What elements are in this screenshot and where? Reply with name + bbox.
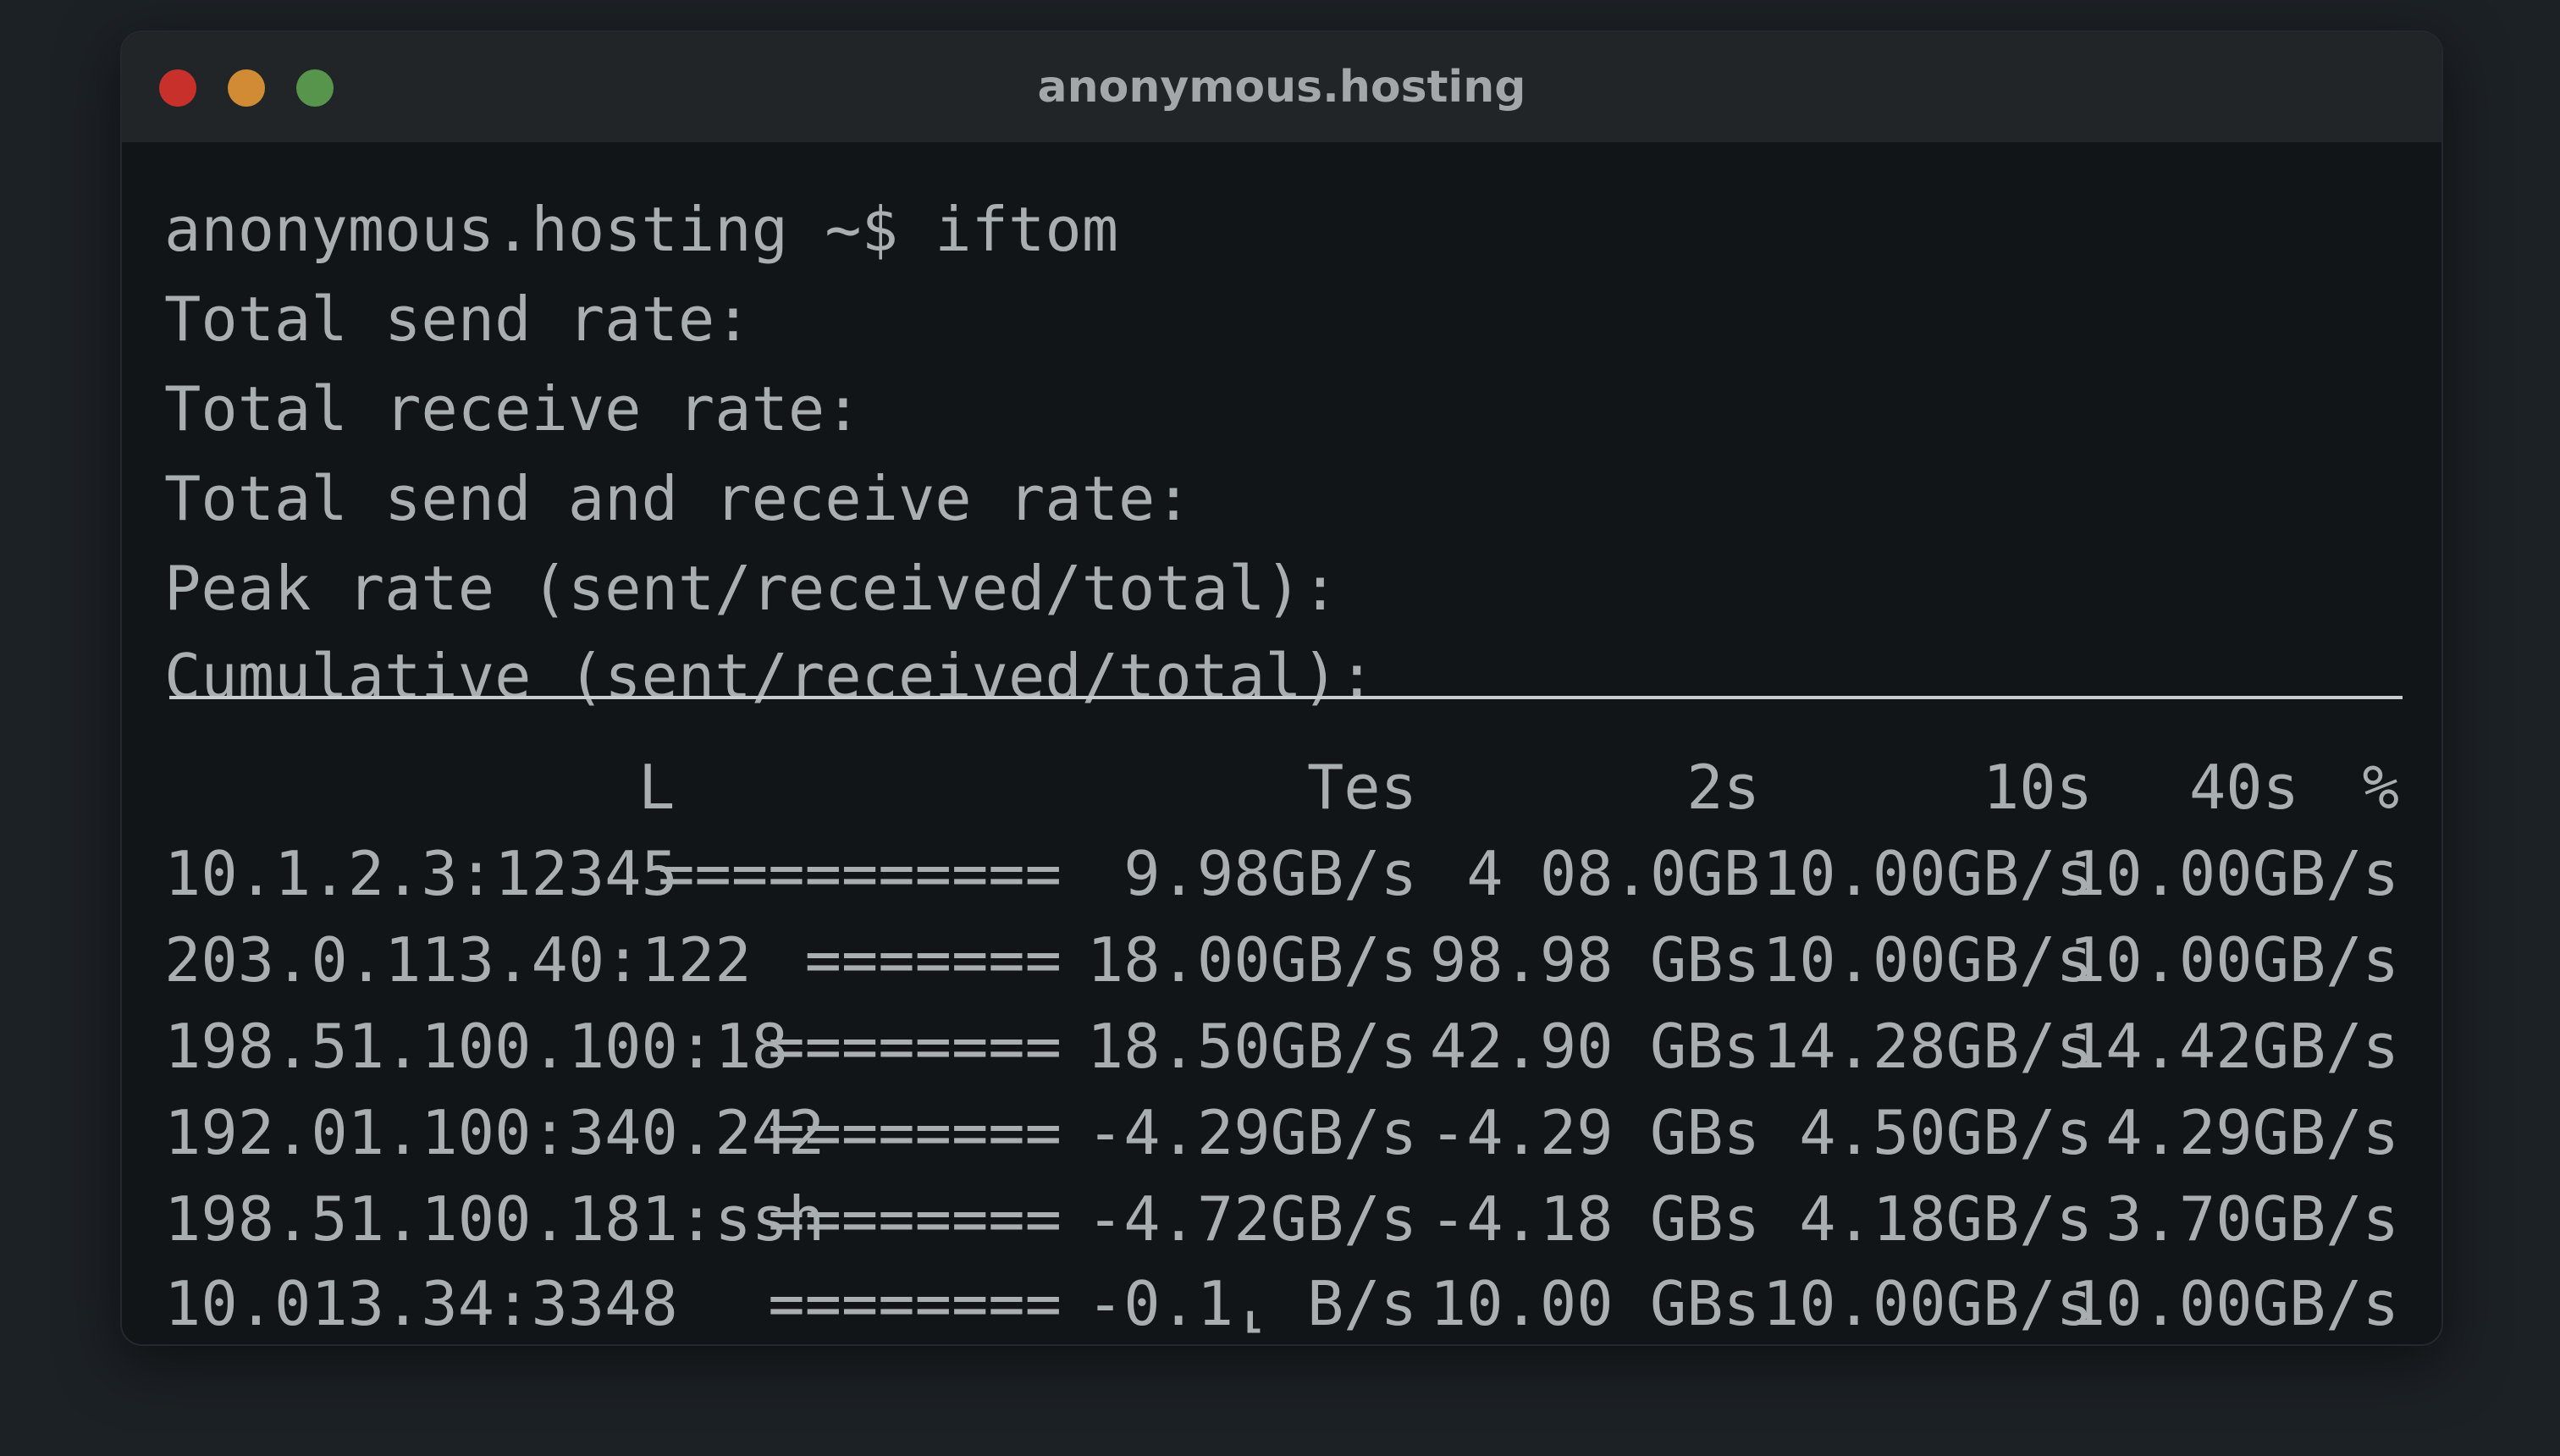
row-bar: ======== <box>768 1183 1062 1255</box>
header-col3: 10s <box>1982 752 2093 823</box>
row-bar: =========== <box>658 838 1062 909</box>
header-col4: 40s <box>2188 752 2299 823</box>
table-row: 198.51.100.181:ssh ======== -4.72GB/s -4… <box>164 1177 2399 1261</box>
table-row: 192.01.100:340.242 ======== -4.29GB/s -4… <box>164 1090 2399 1175</box>
row-value-4: 10.00GB/s <box>2068 1268 2399 1339</box>
terminal-content[interactable]: anonymous.hosting ~$ iftom Total send ra… <box>164 32 2403 1344</box>
row-value-2: 10.00 GBs <box>1429 1268 1760 1339</box>
row-value-2: -4.29 GBs <box>1429 1097 1760 1168</box>
row-value-4: 3.70GB/s <box>2105 1183 2399 1255</box>
row-value-2: -4.18 GBs <box>1429 1183 1760 1255</box>
row-value-2: 98.98 GBs <box>1429 924 1760 995</box>
row-bar: ======= <box>804 924 1062 995</box>
header-col1: Tes <box>1306 752 1417 823</box>
row-host: 198.51.100.100:18 <box>164 1011 788 1082</box>
command-prompt: anonymous.hosting ~$ iftom <box>164 194 1119 265</box>
row-value-2: 42.90 GBs <box>1429 1011 1760 1082</box>
row-value-2: 4 08.0GB <box>1466 838 1760 909</box>
row-value-3: 14.28GB/s <box>1762 1011 2093 1082</box>
row-value-3: 10.00GB/s <box>1762 1268 2093 1339</box>
row-value-1: -0.1⸤ B/s <box>1086 1268 1417 1339</box>
summary-peak-rate: Peak rate (sent/received/total): <box>164 553 1339 624</box>
row-bar: ======== <box>768 1011 1062 1082</box>
row-value-1: 18.00GB/s <box>1086 924 1417 995</box>
row-bar: ======== <box>768 1097 1062 1168</box>
table-row: 10.1.2.3:12345 =========== 9.98GB/s 4 08… <box>164 831 2399 916</box>
row-value-4: 10.00GB/s <box>2068 838 2399 909</box>
row-host: 10.1.2.3:12345 <box>164 838 678 909</box>
row-value-1: -4.29GB/s <box>1086 1097 1417 1168</box>
row-value-3: 4.50GB/s <box>1799 1097 2093 1168</box>
row-value-1: 9.98GB/s <box>1123 838 1417 909</box>
row-host: 10.013.34:3348 <box>164 1268 678 1339</box>
divider <box>169 696 2403 699</box>
row-bar: ======== <box>768 1268 1062 1339</box>
row-host: 203.0.113.40:122 <box>164 924 752 995</box>
header-col2: 2s <box>1686 752 1760 823</box>
table-row: 198.51.100.100:18 ======== 18.50GB/s 42.… <box>164 1004 2399 1089</box>
summary-receive-rate: Total receive rate: <box>164 373 862 444</box>
table-row: 203.0.113.40:122 ======= 18.00GB/s 98.98… <box>164 918 2399 1002</box>
summary-send-rate: Total send rate: <box>164 284 752 355</box>
summary-total-rate: Total send and receive rate: <box>164 463 1192 534</box>
row-value-3: 10.00GB/s <box>1762 838 2093 909</box>
row-value-4: 10.00GB/s <box>2068 924 2399 995</box>
row-value-1: -4.72GB/s <box>1086 1183 1417 1255</box>
header-host: L <box>638 752 676 823</box>
row-host: 198.51.100.181:ssh <box>164 1183 825 1255</box>
row-value-1: 18.50GB/s <box>1086 1011 1417 1082</box>
row-host: 192.01.100:340.242 <box>164 1097 825 1168</box>
row-value-4: 4.29GB/s <box>2105 1097 2399 1168</box>
terminal-window: anonymous.hosting anonymous.hosting ~$ i… <box>120 30 2443 1346</box>
table-row: 10.013.34:3348 ======== -0.1⸤ B/s 10.00 … <box>164 1261 2399 1344</box>
row-value-3: 4.18GB/s <box>1799 1183 2093 1255</box>
summary-cumulative: Cumulative (sent/received/total): <box>164 641 1376 712</box>
header-col5: % <box>2362 752 2399 823</box>
row-value-4: 14.42GB/s <box>2068 1011 2399 1082</box>
row-value-3: 10.00GB/s <box>1762 924 2093 995</box>
table-header: L Tes 2s 10s 40s % <box>164 745 2399 830</box>
